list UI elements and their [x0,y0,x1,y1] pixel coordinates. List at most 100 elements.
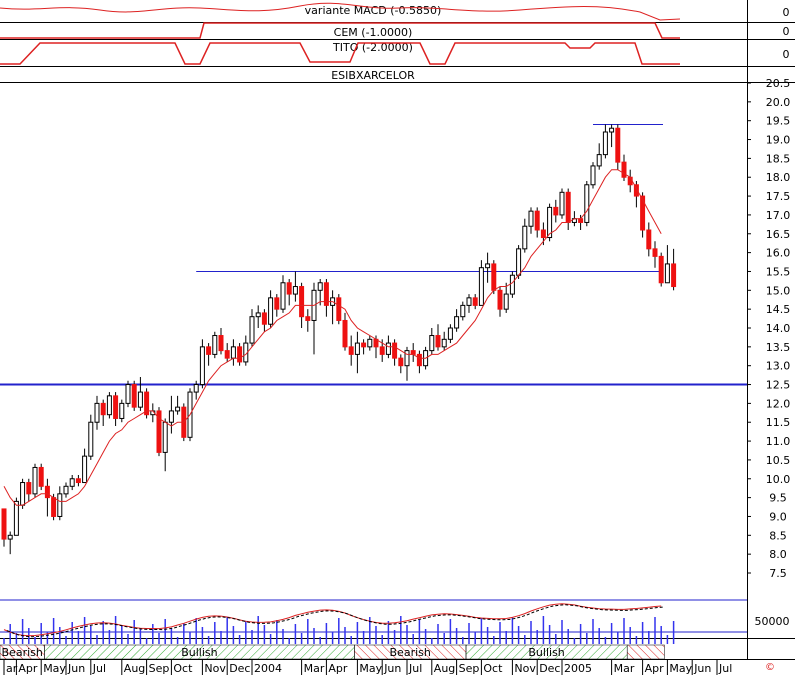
candle-body [26,482,32,495]
candle [596,143,602,170]
candle-body [652,248,658,257]
candle-body [193,384,199,393]
candle-body [125,384,131,404]
candle [509,271,515,298]
candle [441,331,447,351]
candle [485,252,491,283]
candle [88,414,94,460]
candle [472,294,478,310]
candle-body [224,350,230,359]
candle [162,418,168,472]
candle [125,380,131,408]
price-tick-label: 9.0 [769,510,787,523]
candle-body [615,127,621,163]
candle-body [7,534,13,540]
candle-body [404,350,410,367]
candle-body [317,282,323,291]
candle [32,463,38,498]
price-tick-label: 17.5 [766,190,791,203]
candle-body [1,508,7,540]
candle [416,350,422,374]
candle [671,248,677,291]
candle [94,395,100,430]
candle-body [491,263,497,291]
candle [398,354,404,374]
candle-body [441,338,447,348]
candle-body [658,255,664,284]
x-tick-label: May [359,662,382,675]
candle [75,475,81,487]
candle [447,324,453,344]
x-tick-label: Jun [383,662,401,675]
candle [348,335,354,366]
candle-body [218,335,224,352]
candle [553,199,559,223]
cem-indicator-label: CEM (-1.0000) [334,26,413,39]
candle [286,279,292,306]
candle [652,241,658,268]
candle [429,328,435,355]
candle-body [63,485,69,495]
candle [38,463,44,491]
candle-body [305,316,311,321]
price-tick-label: 19.5 [766,115,791,128]
candle [392,339,398,366]
price-tick-label: 16.0 [766,247,791,260]
candle-body [578,218,584,223]
price-tick-label: 18.0 [766,171,791,184]
candle [249,309,255,347]
candle-body [435,335,441,348]
price-tick-label: 18.5 [766,152,791,165]
price-tick-label: 17.0 [766,209,791,222]
x-tick-label: Dec [539,662,560,675]
candle-body [162,421,168,453]
x-tick-label: Aug [124,662,145,675]
candle [497,286,503,317]
price-tick-label: 7.5 [769,567,787,580]
candle-body [559,191,565,216]
candle-body [460,304,466,318]
x-tick-label: 2005 [564,662,592,675]
phase-label: Bullish [181,646,217,659]
candle [156,407,162,457]
candle [63,482,69,498]
phase-bands: Bearish Bullish Bearish Bullish [0,644,665,660]
candle [255,305,261,328]
candle-body [20,482,26,506]
candle [305,309,311,332]
cem-zero-label: 0 [783,25,790,38]
candle-body [175,406,181,412]
candle [454,309,460,332]
candle [106,392,112,419]
candle [7,531,13,555]
candle [268,290,274,328]
candle-body [534,210,540,231]
phase-label: Bullish [528,646,564,659]
x-tick-label: Jun [693,662,711,675]
candle [664,245,670,284]
candle [478,260,484,306]
x-axis-labels: ar Apr May Jun Jul Aug Sep Oct Nov Dec 2004 Mar Apr M… [3,660,732,675]
candle [584,181,590,227]
price-axis: 20.5 20.0 19.5 19.0 18.5 18.0 17.5 17.0 16.5 16.0… [747,77,790,580]
price-tick-label: 14.0 [766,322,791,335]
candle-body [13,500,19,536]
candle-body [212,335,218,355]
price-tick-label: 14.5 [766,303,791,316]
macd-zero-label: 0 [783,6,790,19]
price-tick-label: 15.0 [766,284,791,297]
price-tick-label: 16.5 [766,228,791,241]
candle-body [528,210,534,227]
candle-body [410,350,416,355]
candle-body [57,493,63,517]
candle-body [509,274,515,295]
candle [435,324,441,351]
x-tick-label: Nov [204,662,226,675]
candle [26,478,32,502]
candle-body [51,497,57,517]
x-tick-label: Apr [18,662,38,675]
candle-body [249,316,255,344]
tito-zero-label: 0 [783,48,790,61]
candle-body [342,319,348,348]
price-tick-label: 10.0 [766,473,791,486]
